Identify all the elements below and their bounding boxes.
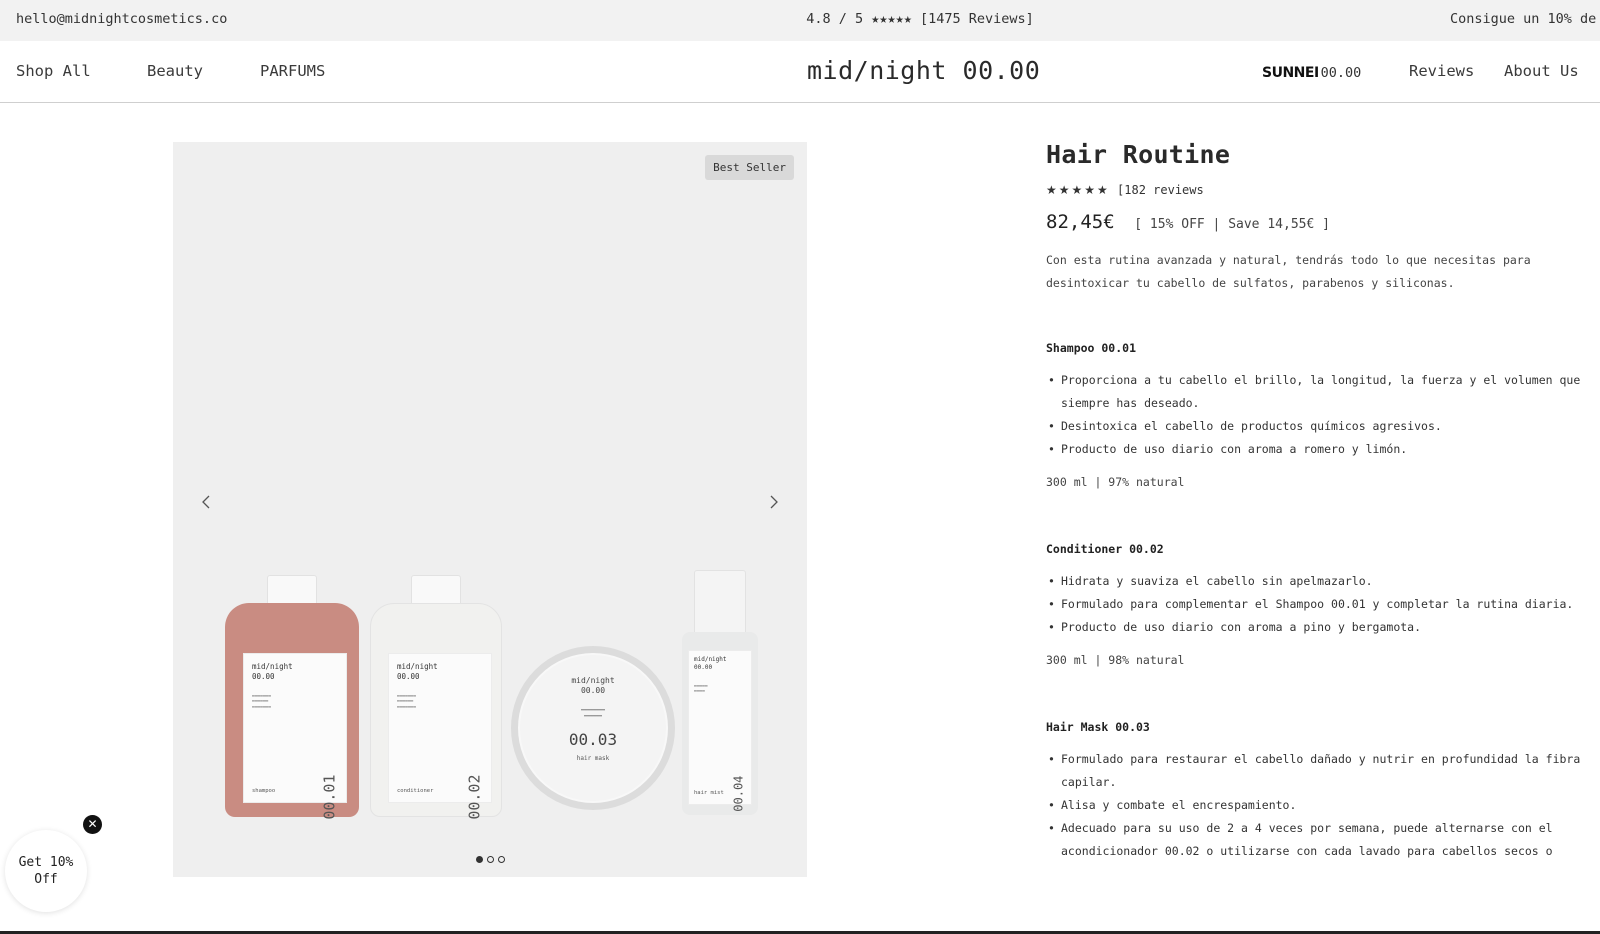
list-item: Alisa y combate el encrespamiento.	[1046, 794, 1586, 817]
product-section-hair-mask: Hair Mask 00.03 Formulado para restaurar…	[1046, 720, 1586, 863]
label-kind: hair mist	[694, 789, 724, 796]
product-price: 82,45€	[1046, 211, 1115, 233]
label-kind: shampoo	[252, 787, 276, 794]
list-item: Adecuado para su uso de 2 a 4 veces por …	[1046, 817, 1586, 863]
store-rating: 4.8 / 5 ★★★★★ [1475 Reviews]	[806, 11, 1034, 27]
nav-reviews[interactable]: Reviews	[1409, 62, 1474, 80]
slide-dot[interactable]	[497, 856, 505, 863]
product-image-hair-mist: mid/night 00.00 ▬▬▬▬▬ ▬▬▬▬ 00.04 hair mis…	[682, 570, 758, 815]
jar-label: mid/night 00.00 ▬▬▬▬▬▬▬▬ ▬▬▬▬▬▬ 00.03 hai…	[511, 676, 675, 762]
label-fine-print: ▬▬▬▬▬▬▬ ▬▬▬▬▬▬ ▬▬▬▬▬▬▬	[397, 693, 416, 711]
discount-info: [ 15% OFF | Save 14,55€ ]	[1134, 217, 1330, 232]
bottle-label: mid/night 00.00 ▬▬▬▬▬ ▬▬▬▬ 00.04 hair mis…	[688, 650, 752, 812]
feature-list: Formulado para restaurar el cabello daña…	[1046, 748, 1586, 863]
product-info: Hair Routine ★★★★★ [182 reviews 82,45€ […	[1046, 140, 1586, 863]
popup-line-1: Get 10%	[18, 855, 74, 870]
label-brand: mid/night	[694, 656, 727, 663]
product-image-hair-mask: mid/night 00.00 ▬▬▬▬▬▬▬▬ ▬▬▬▬▬▬ 00.03 hai…	[511, 646, 675, 810]
product-spec: 300 ml | 97% natural	[1046, 475, 1185, 489]
label-number: 00.04	[731, 776, 746, 813]
label-code: 00.00	[580, 686, 606, 696]
product-section-shampoo: Shampoo 00.01 Proporciona a tu cabello e…	[1046, 341, 1586, 489]
product-spec: 300 ml | 98% natural	[1046, 653, 1185, 667]
list-item: Formulado para restaurar el cabello daña…	[1046, 748, 1586, 794]
popup-line-2: Off	[34, 872, 58, 887]
label-fine-print: ▬▬▬▬▬▬▬▬ ▬▬▬▬▬▬	[580, 706, 606, 720]
nav-shop-all[interactable]: Shop All	[16, 62, 91, 80]
nav-parfums[interactable]: PARFUMS	[260, 62, 325, 80]
label-code: 00.00	[252, 671, 275, 681]
best-seller-badge: Best Seller	[705, 155, 794, 180]
review-count[interactable]: [182 reviews	[1117, 183, 1204, 197]
bottle-label: mid/night 00.00 ▬▬▬▬▬▬▬ ▬▬▬▬▬▬ ▬▬▬▬▬▬▬ 00.…	[243, 653, 347, 819]
list-item: Producto de uso diario con aroma a romer…	[1046, 438, 1586, 461]
label-code: 00.00	[694, 663, 713, 671]
site-logo[interactable]: mid/night 00.00	[807, 56, 1040, 85]
popup-label: Get 10% Off	[5, 854, 87, 888]
product-rating[interactable]: ★★★★★ [182 reviews	[1046, 183, 1586, 197]
star-rating-icon: ★★★★★	[1046, 183, 1110, 197]
site-header: Shop All Beauty PARFUMS mid/night 00.00 …	[0, 41, 1600, 103]
product-section-conditioner: Conditioner 00.02 Hidrata y suaviza el c…	[1046, 542, 1586, 667]
nav-sunnei-collab[interactable]: SUNNEI 00.00	[1262, 62, 1361, 81]
close-icon[interactable]: ✕	[83, 815, 102, 834]
sunnei-code: 00.00	[1320, 65, 1362, 81]
label-number: 00.03	[568, 729, 618, 749]
product-description: Con esta rutina avanzada y natural, tend…	[1046, 253, 1531, 290]
label-brand: mid/night	[397, 662, 438, 671]
nav-about-us[interactable]: About Us	[1504, 62, 1579, 80]
slide-dot[interactable]	[475, 856, 483, 863]
label-fine-print: ▬▬▬▬▬▬▬ ▬▬▬▬▬▬ ▬▬▬▬▬▬▬	[252, 693, 271, 711]
label-number: 00.02	[465, 774, 484, 820]
label-brand: mid/night	[252, 662, 293, 671]
feature-list: Proporciona a tu cabello el brillo, la l…	[1046, 369, 1586, 461]
section-heading: Shampoo 00.01	[1046, 341, 1137, 355]
promo-text: Consigue un 10% de	[1450, 11, 1597, 27]
product-gallery[interactable]: Best Seller mid/night 00.00 ▬▬▬▬▬▬▬ ▬▬▬▬▬…	[173, 142, 807, 877]
chevron-right-icon[interactable]	[763, 492, 783, 512]
list-item: Formulado para complementar el Shampoo 0…	[1046, 593, 1586, 616]
slide-dot[interactable]	[486, 856, 494, 863]
nav-beauty[interactable]: Beauty	[147, 62, 203, 80]
label-number: 00.01	[320, 774, 339, 820]
discount-popup-button[interactable]: Get 10% Off	[5, 830, 87, 912]
label-fine-print: ▬▬▬▬▬ ▬▬▬▬	[694, 683, 708, 695]
announcement-bar: hello@midnightcosmetics.co 4.8 / 5 ★★★★★…	[0, 0, 1600, 41]
product-image-conditioner: mid/night 00.00 ▬▬▬▬▬▬▬ ▬▬▬▬▬▬ ▬▬▬▬▬▬▬ 00.…	[370, 575, 502, 819]
price-row: 82,45€ [ 15% OFF | Save 14,55€ ]	[1046, 211, 1586, 233]
feature-list: Hidrata y suaviza el cabello sin apelmaz…	[1046, 570, 1586, 639]
slide-indicator	[173, 848, 807, 867]
bottle-label: mid/night 00.00 ▬▬▬▬▬▬▬ ▬▬▬▬▬▬ ▬▬▬▬▬▬▬ 00.…	[388, 653, 492, 819]
spray-cap	[694, 570, 746, 638]
chevron-left-icon[interactable]	[197, 492, 217, 512]
section-heading: Conditioner 00.02	[1046, 542, 1164, 556]
label-code: 00.00	[397, 671, 420, 681]
list-item: Hidrata y suaviza el cabello sin apelmaz…	[1046, 570, 1586, 593]
list-item: Proporciona a tu cabello el brillo, la l…	[1046, 369, 1586, 415]
product-title: Hair Routine	[1046, 140, 1231, 169]
product-image-shampoo: mid/night 00.00 ▬▬▬▬▬▬▬ ▬▬▬▬▬▬ ▬▬▬▬▬▬▬ 00.…	[225, 575, 359, 819]
list-item: Desintoxica el cabello de productos quím…	[1046, 415, 1586, 438]
label-kind: conditioner	[397, 787, 434, 794]
list-item: Producto de uso diario con aroma a pino …	[1046, 616, 1586, 639]
sunnei-logo: SUNNEI	[1262, 65, 1319, 81]
label-brand: mid/night	[571, 676, 615, 685]
section-heading: Hair Mask 00.03	[1046, 720, 1150, 734]
label-kind: hair mask	[576, 754, 610, 762]
